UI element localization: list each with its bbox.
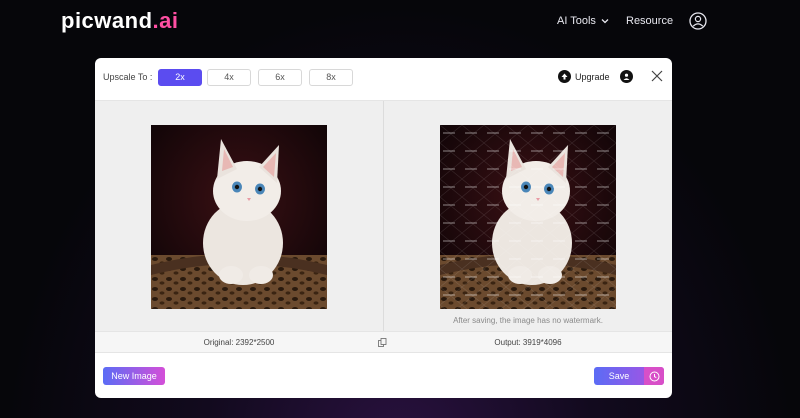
chevron-down-icon — [601, 19, 609, 24]
original-resolution: Original: 2392*2500 — [203, 338, 275, 347]
nav-resource-label: Resource — [626, 15, 674, 27]
dialog-toolbar: Upscale To : 2x 4x 6x 8x Upgrade — [95, 58, 672, 101]
user-circle-icon[interactable] — [689, 12, 707, 30]
upgrade-arrow-icon — [558, 70, 571, 83]
save-button[interactable]: Save — [594, 367, 664, 385]
new-image-button[interactable]: New Image — [103, 367, 165, 385]
output-kitten-image — [440, 125, 616, 309]
scale-6x-button[interactable]: 6x — [258, 69, 302, 86]
account-icon[interactable] — [620, 70, 633, 83]
upgrade-button[interactable]: Upgrade — [558, 70, 610, 83]
original-preview-pane — [95, 101, 383, 331]
original-kitten-image — [151, 125, 327, 309]
upscale-dialog: Upscale To : 2x 4x 6x 8x Upgrade After s… — [95, 58, 672, 398]
scale-8x-button[interactable]: 8x — [309, 69, 353, 86]
output-resolution: Output: 3919*4096 — [494, 338, 562, 347]
save-label: Save — [608, 371, 630, 381]
top-nav-bar: picwand.ai AI Tools Resource — [0, 0, 800, 44]
scale-2x-button[interactable]: 2x — [158, 69, 202, 86]
scale-4x-button[interactable]: 4x — [207, 69, 251, 86]
watermark-overlay — [440, 125, 616, 309]
resolution-info-bar: Original: 2392*2500 Output: 3919*4096 — [95, 331, 672, 353]
clock-icon[interactable] — [644, 367, 664, 385]
nav-ai-tools[interactable]: AI Tools — [557, 15, 610, 27]
upgrade-label: Upgrade — [575, 71, 610, 82]
nav-ai-tools-label: AI Tools — [557, 15, 596, 27]
picwand-logo[interactable]: picwand.ai — [61, 8, 179, 34]
output-preview-pane: After saving, the image has no watermark… — [384, 101, 672, 331]
upscale-to-label: Upscale To : — [103, 72, 153, 82]
nav-resource[interactable]: Resource — [626, 15, 673, 27]
watermark-note: After saving, the image has no watermark… — [453, 316, 603, 325]
close-icon[interactable] — [651, 70, 663, 82]
